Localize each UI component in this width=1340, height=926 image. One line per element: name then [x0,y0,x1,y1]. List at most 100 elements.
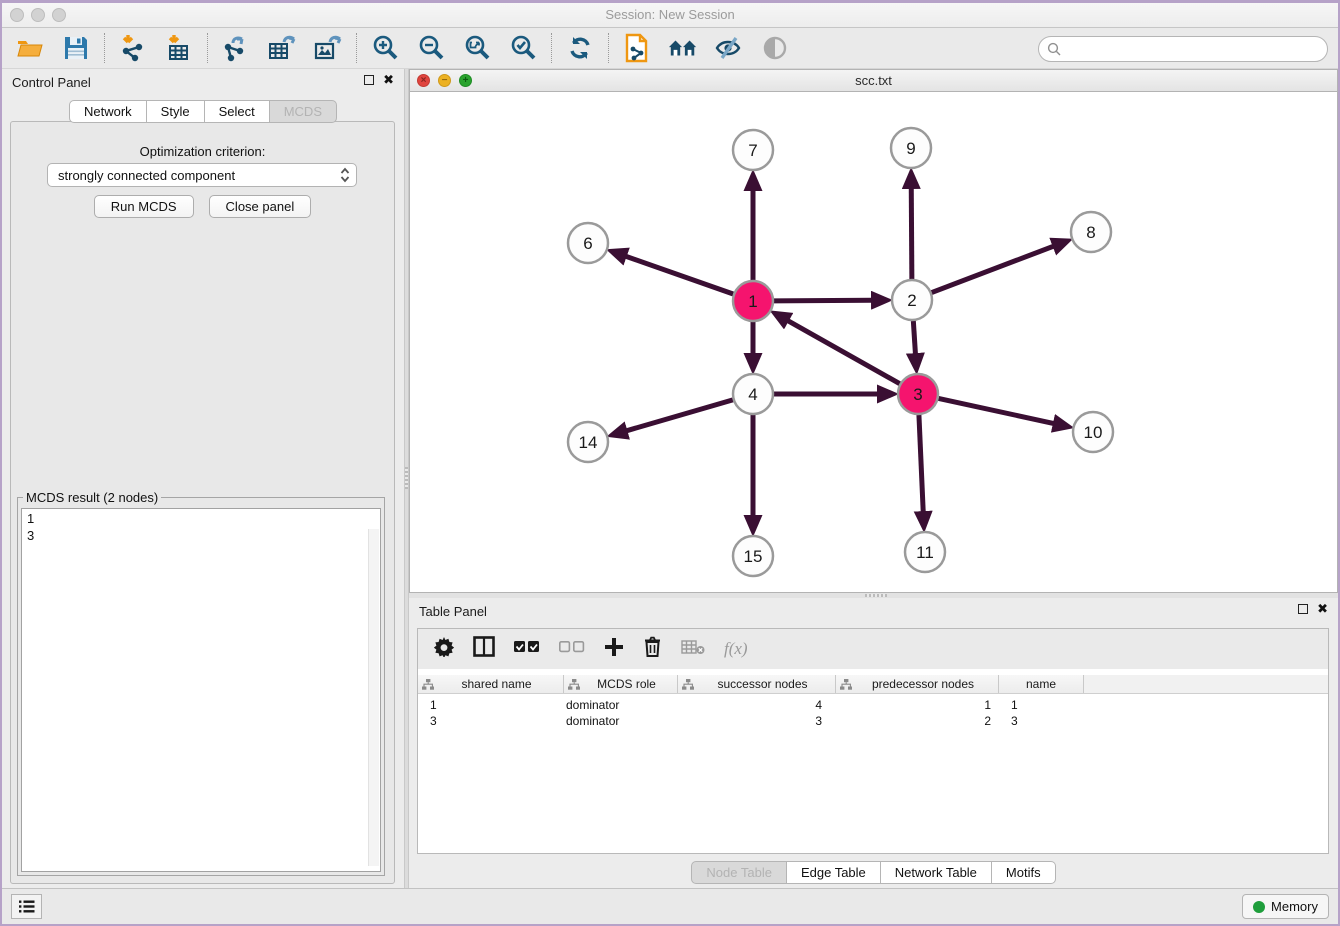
task-history-button[interactable] [11,894,42,919]
graph-edge-2-9[interactable] [911,188,912,279]
first-neighbors-icon[interactable] [668,33,698,63]
refresh-icon[interactable] [565,33,595,63]
import-network-icon[interactable] [118,33,148,63]
mcds-result-text[interactable]: 1 3 [21,508,381,872]
open-session-icon[interactable] [15,33,45,63]
table-row[interactable]: 1 dominator 4 1 1 [418,697,1328,713]
export-network-icon[interactable] [221,33,251,63]
table-panel-title: Table Panel [419,604,487,619]
table-cell[interactable]: 2 [836,714,999,728]
graph-edge-3-10[interactable] [939,398,1054,423]
delete-table-icon[interactable] [681,639,705,660]
result-scrollbar[interactable] [368,529,379,866]
close-table-panel-icon[interactable]: ✖ [1317,604,1328,614]
column-header-predecessor-nodes[interactable]: predecessor nodes [836,675,999,693]
tab-style[interactable]: Style [147,100,205,123]
graph-node-label-6: 6 [583,234,592,253]
list-icon [18,899,35,914]
tab-node-table[interactable]: Node Table [691,861,787,884]
tab-edge-table[interactable]: Edge Table [787,861,881,884]
main-toolbar [2,28,1338,69]
table-cell[interactable]: 4 [678,698,836,712]
create-column-icon[interactable] [604,637,624,662]
graph-node-label-3: 3 [913,385,922,404]
graph-node-label-11: 11 [916,543,934,562]
table-cell[interactable]: dominator [564,698,678,712]
close-panel-button[interactable]: Close panel [209,195,312,218]
table-panel: Table Panel ✖ [409,598,1338,888]
table-cell[interactable]: 1 [836,698,999,712]
function-builder-icon[interactable]: f(x) [724,639,748,659]
run-mcds-button[interactable]: Run MCDS [94,195,194,218]
graph-edge-3-11[interactable] [919,415,923,512]
network-window-titlebar: × − + scc.txt [410,70,1337,92]
column-header-successor-nodes[interactable]: successor nodes [678,675,836,693]
column-header-mcds-role[interactable]: MCDS role [564,675,678,693]
tab-network[interactable]: Network [69,100,147,123]
graph-edge-1-2[interactable] [774,300,872,301]
network-graph[interactable]: 7968124314101511 [410,92,1339,593]
table-settings-icon[interactable] [434,637,454,662]
mcds-tab-content: Optimization criterion: strongly connect… [10,121,395,884]
deselect-all-columns-icon[interactable] [559,640,585,658]
export-image-icon[interactable] [313,33,343,63]
column-header-name[interactable]: name [999,675,1084,693]
graph-edge-2-3[interactable] [913,321,915,354]
table-panel-header: Table Panel ✖ [409,598,1338,624]
search-box [1038,36,1328,62]
show-column-panel-icon[interactable] [473,636,495,662]
tab-network-table[interactable]: Network Table [881,861,992,884]
graph-edge-4-14[interactable] [626,400,732,431]
table-cell[interactable]: 1 [999,698,1084,712]
column-header-shared-name[interactable]: shared name [418,675,564,693]
table-cell[interactable]: dominator [564,714,678,728]
zoom-fit-icon[interactable] [462,33,492,63]
optimization-criterion-label: Optimization criterion: [11,144,394,159]
network-view-window: × − + scc.txt 7968124314101511 [409,69,1338,593]
new-network-from-selection-icon[interactable] [622,33,652,63]
control-panel-title: Control Panel [12,75,91,90]
show-all-icon[interactable] [760,33,790,63]
table-cell[interactable]: 3 [999,714,1084,728]
table-row[interactable]: 3 dominator 3 2 3 [418,713,1328,729]
graph-edge-2-8[interactable] [932,246,1054,292]
network-canvas[interactable]: 7968124314101511 [410,92,1337,592]
graph-edge-3-1[interactable] [788,321,900,384]
table-cell[interactable]: 1 [418,698,564,712]
mcds-result-title: MCDS result (2 nodes) [23,490,161,505]
float-table-panel-icon[interactable] [1298,604,1308,614]
zoom-out-icon[interactable] [416,33,446,63]
tab-select[interactable]: Select [205,100,270,123]
search-icon [1047,42,1062,57]
window-title: Session: New Session [2,7,1338,22]
criterion-select[interactable]: strongly connected component [47,163,357,187]
table-cell[interactable]: 3 [418,714,564,728]
graph-edge-1-6[interactable] [626,256,733,294]
control-panel: Control Panel ✖ Network Style Select MCD… [2,69,404,888]
delete-column-icon[interactable] [643,636,662,662]
graph-node-label-2: 2 [907,291,916,310]
tab-mcds[interactable]: MCDS [270,100,337,123]
table-panel-content: f(x) shared name MCDS role successor nod… [417,628,1329,854]
search-input[interactable] [1062,39,1327,59]
close-panel-icon[interactable]: ✖ [383,75,394,85]
column-type-icon [568,679,580,690]
memory-status-icon [1253,901,1265,913]
float-panel-icon[interactable] [364,75,374,85]
graph-node-label-8: 8 [1086,223,1095,242]
hide-selected-icon[interactable] [714,33,744,63]
tab-motifs[interactable]: Motifs [992,861,1056,884]
select-all-columns-icon[interactable] [514,640,540,658]
zoom-selected-icon[interactable] [508,33,538,63]
graph-node-label-7: 7 [748,141,757,160]
table-toolbar: f(x) [418,629,1328,669]
column-type-icon [422,679,434,690]
memory-button[interactable]: Memory [1242,894,1329,919]
graph-node-label-9: 9 [906,139,915,158]
save-session-icon[interactable] [61,33,91,63]
export-table-icon[interactable] [267,33,297,63]
zoom-in-icon[interactable] [370,33,400,63]
import-table-icon[interactable] [164,33,194,63]
table-cell[interactable]: 3 [678,714,836,728]
select-stepper-icon [340,167,350,183]
